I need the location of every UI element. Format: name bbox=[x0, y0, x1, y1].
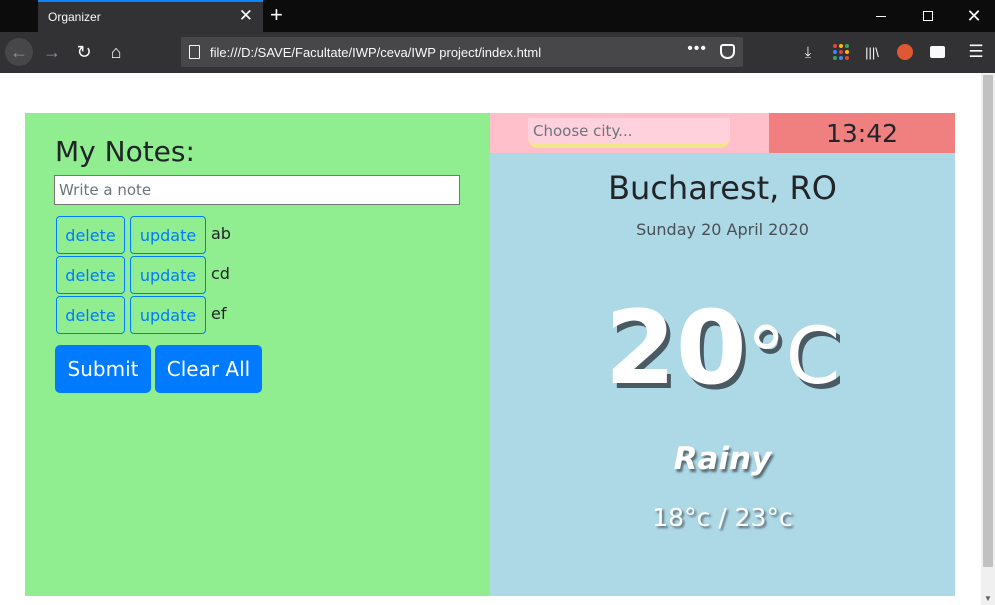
update-note-button[interactable]: update bbox=[130, 216, 206, 254]
apps-grid-icon[interactable] bbox=[831, 42, 851, 62]
temperature-display: 20°C bbox=[490, 289, 955, 408]
city-name: Bucharest, RO bbox=[608, 169, 837, 207]
note-text: cd bbox=[211, 264, 230, 283]
tab-close-icon[interactable]: ✕ bbox=[239, 7, 253, 25]
note-input[interactable] bbox=[54, 175, 460, 205]
pocket-icon[interactable] bbox=[720, 44, 735, 59]
update-note-button[interactable]: update bbox=[130, 296, 206, 334]
close-icon: ✕ bbox=[966, 6, 982, 26]
address-bar[interactable]: file:///D:/SAVE/Facultate/IWP/ceva/IWP p… bbox=[181, 37, 743, 67]
home-icon[interactable]: ⌂ bbox=[102, 38, 130, 66]
browser-tab[interactable]: Organizer ✕ bbox=[38, 0, 263, 32]
delete-note-button[interactable]: delete bbox=[56, 256, 125, 294]
hamburger-menu-icon[interactable]: ☰ bbox=[966, 42, 986, 62]
submit-button[interactable]: Submit bbox=[55, 345, 151, 393]
back-arrow-icon[interactable]: ← bbox=[5, 38, 33, 66]
maximize-icon bbox=[923, 11, 933, 21]
screenshot-icon[interactable] bbox=[927, 42, 947, 62]
notes-panel: My Notes: delete update ab delete update… bbox=[25, 113, 490, 596]
page-viewport: My Notes: delete update ab delete update… bbox=[0, 73, 981, 605]
scroll-down-icon[interactable]: ▼ bbox=[984, 594, 992, 603]
update-note-button[interactable]: update bbox=[130, 256, 206, 294]
page-icon bbox=[189, 45, 200, 59]
temperature-unit: °C bbox=[746, 312, 841, 402]
library-icon[interactable]: |||\ bbox=[862, 42, 882, 62]
notes-title: My Notes: bbox=[55, 135, 195, 168]
delete-note-button[interactable]: delete bbox=[56, 296, 125, 334]
page-actions-icon[interactable]: ••• bbox=[687, 40, 707, 58]
browser-titlebar: Organizer ✕ + ✕ bbox=[0, 0, 995, 32]
minimize-icon bbox=[876, 15, 886, 17]
duckduckgo-icon[interactable] bbox=[895, 42, 915, 62]
reload-icon[interactable]: ↻ bbox=[70, 38, 98, 66]
city-input[interactable] bbox=[528, 118, 730, 148]
date-label: Sunday 20 April 2020 bbox=[636, 220, 809, 239]
url-text[interactable]: file:///D:/SAVE/Facultate/IWP/ceva/IWP p… bbox=[210, 45, 541, 60]
close-window-button[interactable]: ✕ bbox=[951, 0, 995, 32]
temperature-range: 18°c / 23°c bbox=[652, 503, 793, 532]
weather-condition: Rainy bbox=[673, 441, 772, 477]
temperature-value: 20 bbox=[604, 289, 747, 408]
weather-panel: 13:42 Bucharest, RO Sunday 20 April 2020… bbox=[490, 113, 955, 596]
city-search-bar bbox=[490, 113, 769, 153]
tab-title: Organizer bbox=[48, 10, 101, 24]
minimize-window-button[interactable] bbox=[858, 0, 904, 32]
new-tab-icon[interactable]: + bbox=[270, 3, 283, 27]
download-icon[interactable]: ⤓ bbox=[798, 42, 818, 62]
page-scrollbar[interactable]: ▼ bbox=[981, 73, 995, 605]
scrollbar-thumb[interactable] bbox=[983, 75, 993, 567]
note-text: ab bbox=[211, 224, 231, 243]
browser-toolbar: ← → ↻ ⌂ file:///D:/SAVE/Facultate/IWP/ce… bbox=[0, 32, 995, 73]
clock: 13:42 bbox=[769, 113, 955, 153]
delete-note-button[interactable]: delete bbox=[56, 216, 125, 254]
forward-arrow-icon[interactable]: → bbox=[38, 38, 66, 66]
clear-all-button[interactable]: Clear All bbox=[155, 345, 262, 393]
maximize-window-button[interactable] bbox=[905, 0, 951, 32]
note-text: ef bbox=[211, 304, 227, 323]
